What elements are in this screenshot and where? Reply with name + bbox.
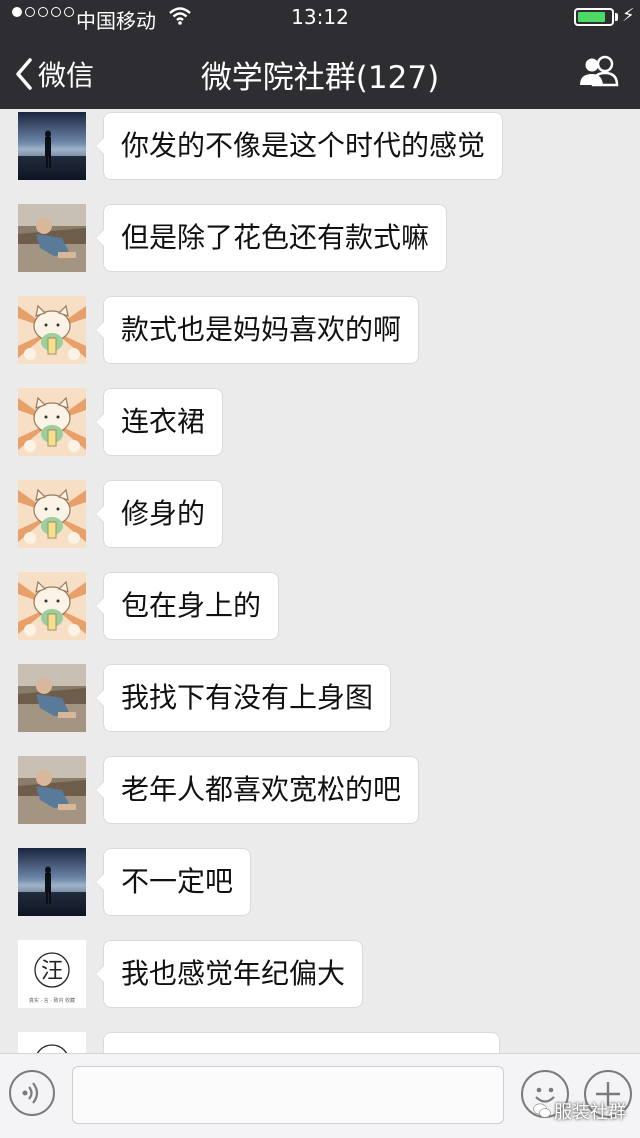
wang-logo-avatar[interactable]: [18, 1032, 86, 1053]
sofa-child-avatar[interactable]: [18, 756, 86, 824]
message-row: 款式也是妈妈喜欢的啊: [18, 296, 618, 364]
wang-logo-avatar[interactable]: 汪真实 · 言 · 致内 收藏: [18, 940, 86, 1008]
navigation-bar: 微信 微学院社群(127): [0, 36, 640, 109]
message-input[interactable]: [72, 1066, 504, 1124]
charging-icon: ⚡: [622, 5, 635, 26]
sofa-child-avatar[interactable]: [18, 664, 86, 732]
voice-icon: [22, 1082, 39, 1104]
message-bubble[interactable]: 包在身上的: [94, 572, 280, 640]
back-button[interactable]: 微信: [14, 54, 94, 94]
message-row: 不一定吧: [18, 848, 618, 916]
message-bubble[interactable]: 你发的不像是这个时代的感觉: [94, 112, 504, 180]
message-bubble[interactable]: 修身的: [94, 480, 224, 548]
message-row: 老年人都喜欢宽松的吧: [18, 756, 618, 824]
message-bubble[interactable]: 款式也是妈妈喜欢的啊: [94, 296, 420, 364]
message-row: 包在身上的: [18, 572, 618, 640]
voice-button[interactable]: [9, 1070, 55, 1116]
battery-tip: [615, 13, 618, 21]
message-bubble[interactable]: 我找下有没有上身图: [94, 664, 392, 732]
wang-logo-caption: 真实 · 言 · 致内 收藏: [29, 997, 75, 1004]
watermark-text: 服装社群: [554, 1102, 626, 1123]
message-bubble[interactable]: 但是除了花色还有款式嘛: [94, 204, 448, 272]
message-list[interactable]: 你发的不像是这个时代的感觉 但是除了花色还有款式嘛 款式也是妈妈喜欢的啊 连衣裙…: [0, 109, 640, 1053]
lucky-cat-avatar[interactable]: [18, 572, 86, 640]
lucky-cat-avatar[interactable]: [18, 480, 86, 548]
group-members-button[interactable]: [578, 54, 620, 92]
message-row: 但是除了花色还有款式嘛: [18, 204, 618, 272]
message-row: 我找下有没有上身图: [18, 664, 618, 732]
message-bubble[interactable]: 连衣裙: [94, 388, 224, 456]
clock: 13:12: [291, 5, 349, 29]
message-row: [18, 1032, 618, 1053]
back-label: 微信: [38, 59, 95, 92]
status-bar: 中国移动 13:12 ⚡: [0, 0, 640, 36]
sofa-child-avatar[interactable]: [18, 204, 86, 272]
chat-title: 微学院社群(127): [200, 60, 440, 96]
message-bubble[interactable]: 我也感觉年纪偏大: [94, 940, 364, 1008]
lucky-cat-avatar[interactable]: [18, 388, 86, 456]
battery-level: [578, 12, 606, 22]
battery-icon: [574, 8, 614, 26]
input-toolbar: 服装社群: [0, 1053, 640, 1138]
message-row: 连衣裙: [18, 388, 618, 456]
message-row: 汪真实 · 言 · 致内 收藏 我也感觉年纪偏大: [18, 940, 618, 1008]
people-icon: [580, 55, 619, 87]
wechat-logo-icon: [533, 1103, 551, 1118]
watermark: 服装社群: [533, 1098, 626, 1124]
message-bubble[interactable]: [103, 1032, 500, 1053]
wang-logo-char: 汪: [41, 959, 63, 984]
message-row: 修身的: [18, 480, 618, 548]
lucky-cat-avatar[interactable]: [18, 296, 86, 364]
night-beach-avatar[interactable]: [18, 848, 86, 916]
message-bubble[interactable]: 不一定吧: [94, 848, 252, 916]
message-bubble[interactable]: 老年人都喜欢宽松的吧: [94, 756, 420, 824]
chevron-left-icon: [16, 58, 32, 90]
night-beach-avatar[interactable]: [18, 112, 86, 180]
message-row: 你发的不像是这个时代的感觉: [18, 112, 618, 180]
